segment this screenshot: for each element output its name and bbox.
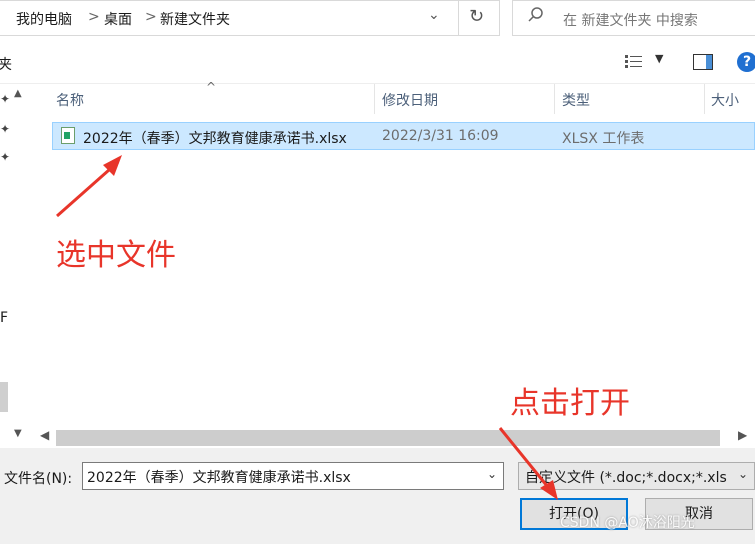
arrow-click-open — [498, 427, 558, 500]
annotation-click-open: 点击打开 — [510, 386, 630, 421]
arrow-select-file — [56, 155, 122, 218]
annotation-select-file: 选中文件 — [56, 238, 176, 273]
